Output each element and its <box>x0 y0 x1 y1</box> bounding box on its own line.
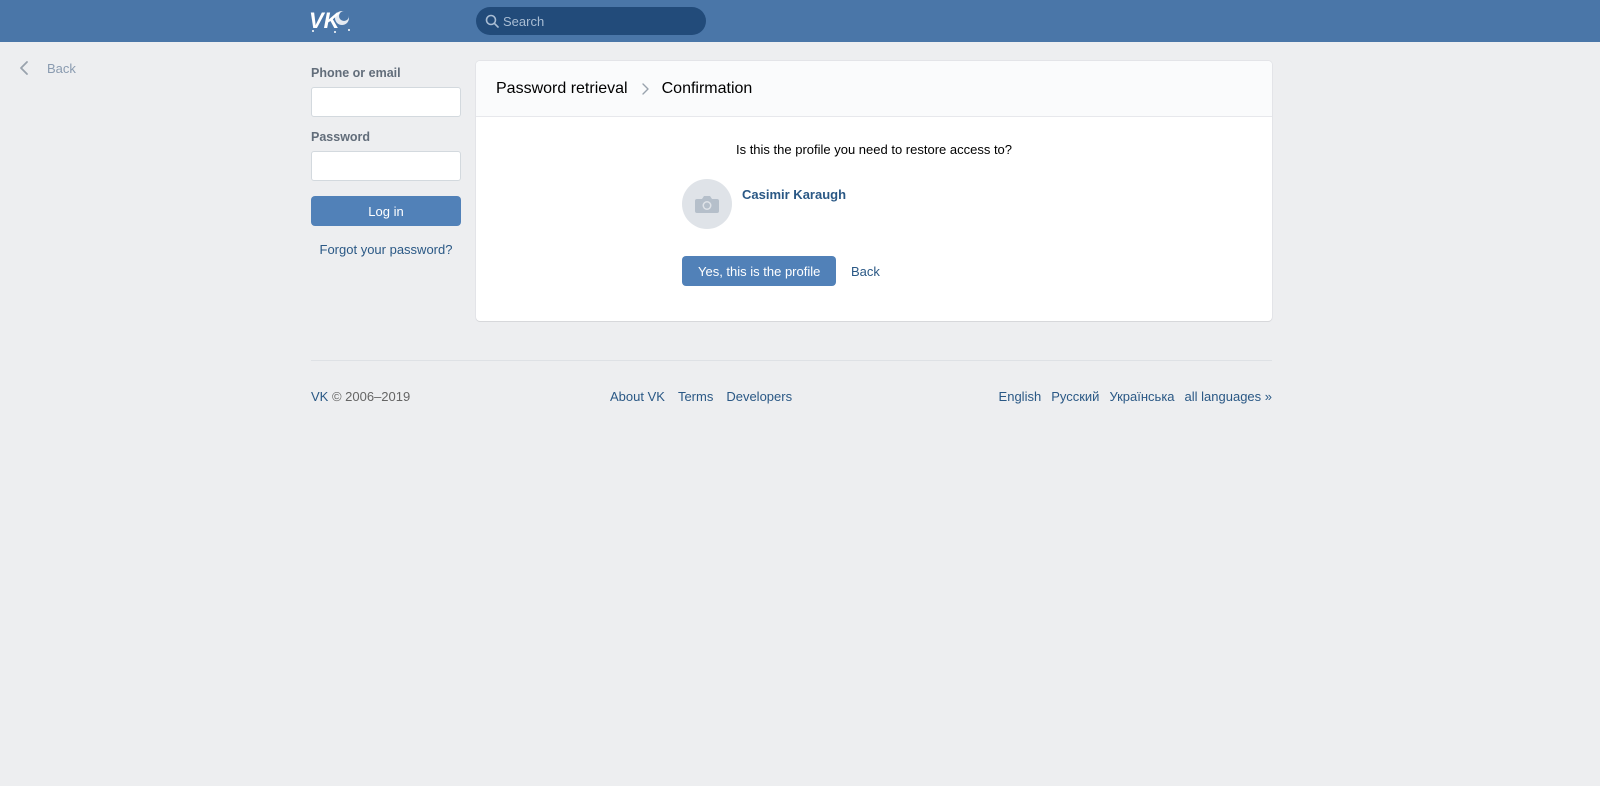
copyright: VK © 2006–2019 <box>311 389 410 404</box>
restore-question: Is this the profile you need to restore … <box>735 142 1013 157</box>
password-input[interactable] <box>312 152 460 180</box>
footer-link-terms[interactable]: Terms <box>678 389 713 404</box>
password-field[interactable] <box>311 151 461 181</box>
profile-name-link[interactable]: Casimir Karaugh <box>742 187 846 229</box>
language-russian[interactable]: Русский <box>1051 389 1099 404</box>
breadcrumb: Password retrieval Confirmation <box>476 61 1272 117</box>
password-label: Password <box>311 130 371 144</box>
phone-label: Phone or email <box>311 66 401 80</box>
language-english[interactable]: English <box>999 389 1042 404</box>
login-button[interactable]: Log in <box>311 196 461 226</box>
chevron-right-icon <box>641 82 649 95</box>
chevron-left-icon <box>20 61 28 75</box>
profile-entry: Casimir Karaugh <box>682 179 846 229</box>
breadcrumb-password-retrieval[interactable]: Password retrieval <box>496 80 628 98</box>
copyright-years: © 2006–2019 <box>328 389 411 404</box>
search-icon <box>485 14 499 28</box>
confirm-profile-button[interactable]: Yes, this is the profile <box>682 256 837 286</box>
footer-links: About VK Terms Developers <box>610 389 792 404</box>
top-bar: VK <box>0 0 1600 42</box>
phone-input[interactable] <box>312 88 460 116</box>
language-links: English Русский Українська all languages… <box>999 389 1272 404</box>
vk-logo-icon: VK <box>309 8 350 33</box>
phone-field[interactable] <box>311 87 461 117</box>
forgot-password-link[interactable]: Forgot your password? <box>311 242 461 257</box>
camera-icon <box>695 196 719 213</box>
breadcrumb-confirmation: Confirmation <box>661 79 753 97</box>
all-languages-link[interactable]: all languages » <box>1185 389 1272 404</box>
search-box[interactable] <box>476 7 706 35</box>
card-back-link[interactable]: Back <box>851 264 880 279</box>
footer-brand[interactable]: VK <box>311 389 328 404</box>
avatar[interactable] <box>682 179 732 229</box>
vk-logo[interactable]: VK <box>309 6 355 34</box>
footer-link-developers[interactable]: Developers <box>726 389 792 404</box>
footer-link-about[interactable]: About VK <box>610 389 665 404</box>
search-input[interactable] <box>503 7 698 35</box>
confirmation-card: Password retrieval Confirmation Is this … <box>476 61 1272 321</box>
login-form: Phone or email Password Log in Forgot yo… <box>311 66 461 257</box>
back-label: Back <box>47 60 76 76</box>
footer: VK © 2006–2019 About VK Terms Developers… <box>311 360 1272 404</box>
left-back-link[interactable]: Back <box>18 58 76 78</box>
language-ukrainian[interactable]: Українська <box>1109 389 1174 404</box>
